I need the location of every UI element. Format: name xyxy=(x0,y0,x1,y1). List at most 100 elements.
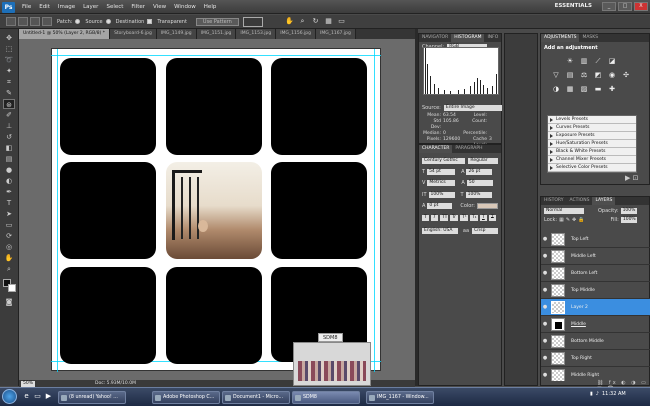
baseline-field[interactable]: 0 pt xyxy=(427,202,453,209)
tracking-field[interactable]: 50 xyxy=(466,179,493,186)
grid-icon[interactable]: ▦ xyxy=(324,17,333,26)
pattern-swatch[interactable] xyxy=(242,16,263,27)
menu-help[interactable]: Help xyxy=(204,4,217,10)
eye-icon[interactable]: ● xyxy=(541,236,549,242)
network-icon[interactable]: ▮ xyxy=(590,391,593,397)
tile-top-middle[interactable] xyxy=(166,58,262,155)
hand-icon[interactable]: ✋ xyxy=(285,17,294,26)
lock-position-icon[interactable]: ✥ xyxy=(572,217,576,223)
subtract-selection-icon[interactable] xyxy=(42,17,52,26)
blend-mode-select[interactable]: Normal xyxy=(544,207,584,214)
eye-icon[interactable]: ● xyxy=(541,270,549,276)
clock[interactable]: 11:32 AM xyxy=(602,391,626,397)
workspace-switcher[interactable]: ESSENTIALS xyxy=(555,3,592,9)
taskbar-item-img1167[interactable]: IMG_1167 - Window... xyxy=(366,391,434,404)
taskbar-item-document1[interactable]: Document1 - Micro... xyxy=(222,391,290,404)
photo-filter-icon[interactable]: ◉ xyxy=(607,70,617,80)
layer-row[interactable]: ● Middle Right xyxy=(541,367,650,381)
layer-row[interactable]: ● Top Middle xyxy=(541,282,650,299)
tab-img-1153[interactable]: IMG_1153.jpg xyxy=(236,29,277,39)
invert-icon[interactable]: ◑ xyxy=(551,84,561,94)
pen-tool-icon[interactable]: ✒ xyxy=(3,187,15,197)
layer-row[interactable]: ● Middle xyxy=(541,316,650,333)
gradient-tool-icon[interactable]: ▤ xyxy=(3,154,15,164)
subscript-button[interactable]: T₁ xyxy=(470,214,478,221)
layer-row[interactable]: ● Top Left xyxy=(541,231,650,248)
volume-icon[interactable]: ♪ xyxy=(596,391,599,397)
exposure-icon[interactable]: ◪ xyxy=(607,56,617,66)
menu-image[interactable]: Image xyxy=(58,4,75,10)
color-balance-icon[interactable]: ⚖ xyxy=(579,70,589,80)
taskbar-thumbnail-preview[interactable] xyxy=(293,342,371,386)
eye-icon[interactable]: ● xyxy=(541,355,549,361)
media-icon[interactable]: ▶ xyxy=(44,392,53,401)
tab-paragraph[interactable]: PARAGRAPH xyxy=(452,145,485,153)
font-size-field[interactable]: 54 pt xyxy=(427,168,456,175)
type-tool-icon[interactable]: T xyxy=(3,198,15,208)
dodge-tool-icon[interactable]: ◐ xyxy=(3,176,15,186)
strikethrough-button[interactable]: T xyxy=(489,214,496,221)
eye-icon[interactable]: ● xyxy=(541,304,549,310)
preset-item[interactable]: Hue/Saturation Presets xyxy=(548,140,636,148)
tile-middle-photo[interactable] xyxy=(166,162,262,259)
move-tool-icon[interactable]: ✥ xyxy=(3,33,15,43)
tab-adjustments[interactable]: ADJUSTMENTS xyxy=(541,34,580,42)
lock-all-icon[interactable]: 🔒 xyxy=(578,217,584,223)
layer-row-selected[interactable]: ● Layer 2 xyxy=(541,299,650,316)
horizontal-scale-field[interactable]: 100% xyxy=(465,191,492,198)
zoom-icon[interactable]: ⌕ xyxy=(298,17,307,26)
text-color-swatch[interactable] xyxy=(476,202,498,209)
opacity-field[interactable]: 100% xyxy=(620,207,637,214)
preset-item[interactable]: Levels Presets xyxy=(548,116,636,124)
small-caps-button[interactable]: Tr xyxy=(450,214,458,221)
stamp-tool-icon[interactable]: ⊥ xyxy=(3,121,15,131)
background-color-swatch[interactable] xyxy=(8,284,16,292)
brush-tool-icon[interactable]: ✐ xyxy=(3,110,15,120)
add-selection-icon[interactable] xyxy=(30,17,40,26)
3d-rotate-icon[interactable]: ⟳ xyxy=(3,231,15,241)
folder-icon[interactable]: ▭ xyxy=(33,392,42,401)
magic-wand-icon[interactable]: ✦ xyxy=(3,66,15,76)
tab-img-1151[interactable]: IMG_1151.jpg xyxy=(196,29,237,39)
tile-bottom-middle[interactable] xyxy=(166,267,262,364)
tile-top-left[interactable] xyxy=(60,58,156,155)
superscript-button[interactable]: T¹ xyxy=(460,214,468,221)
tile-bottom-left[interactable] xyxy=(60,267,156,364)
eyedropper-icon[interactable]: ✎ xyxy=(3,88,15,98)
tile-middle-left[interactable] xyxy=(60,162,156,259)
source-radio[interactable] xyxy=(75,19,81,24)
transparent-checkbox[interactable] xyxy=(147,19,153,24)
blur-tool-icon[interactable]: ● xyxy=(3,165,15,175)
tab-masks[interactable]: MASKS xyxy=(579,34,601,42)
font-style-select[interactable]: Regular xyxy=(468,157,498,164)
threshold-icon[interactable]: ▨ xyxy=(579,84,589,94)
black-white-icon[interactable]: ◩ xyxy=(593,70,603,80)
taskbar-item-sdm8[interactable]: SDM8 xyxy=(292,391,360,404)
preset-item[interactable]: Black & White Presets xyxy=(548,148,636,156)
brightness-icon[interactable]: ☀ xyxy=(565,56,575,66)
lock-image-icon[interactable]: ✎ xyxy=(566,217,570,223)
destination-radio[interactable] xyxy=(105,19,111,24)
tab-img-1149[interactable]: IMG_1149.jpg xyxy=(156,29,197,39)
font-family-select[interactable]: Century Gothic xyxy=(422,157,466,164)
vertical-scale-field[interactable]: 100% xyxy=(428,191,455,198)
shape-tool-icon[interactable]: ▭ xyxy=(3,220,15,230)
source-select[interactable]: Entire Image xyxy=(443,104,502,111)
rotate-icon[interactable]: ↻ xyxy=(311,17,320,26)
minimize-button[interactable]: _ xyxy=(602,2,616,11)
preset-item[interactable]: Channel Mixer Presets xyxy=(548,156,636,164)
menu-layer[interactable]: Layer xyxy=(83,4,98,10)
new-selection-icon[interactable] xyxy=(18,17,28,26)
adjustments-footer-icon[interactable]: ▶ ⊡ xyxy=(625,174,638,182)
vibrance-icon[interactable]: ▽ xyxy=(551,70,561,80)
eye-icon[interactable]: ● xyxy=(541,321,549,327)
selective-color-icon[interactable]: ✚ xyxy=(607,84,617,94)
fill-field[interactable]: 100% xyxy=(620,216,637,223)
posterize-icon[interactable]: ▦ xyxy=(565,84,575,94)
preset-item[interactable]: Selective Color Presets xyxy=(548,164,636,172)
tile-top-right[interactable] xyxy=(271,58,367,155)
tab-navigator[interactable]: NAVIGATOR xyxy=(419,34,451,42)
history-brush-icon[interactable]: ↺ xyxy=(3,132,15,142)
zoom-field[interactable]: 50% xyxy=(21,380,35,387)
menu-select[interactable]: Select xyxy=(106,4,123,10)
